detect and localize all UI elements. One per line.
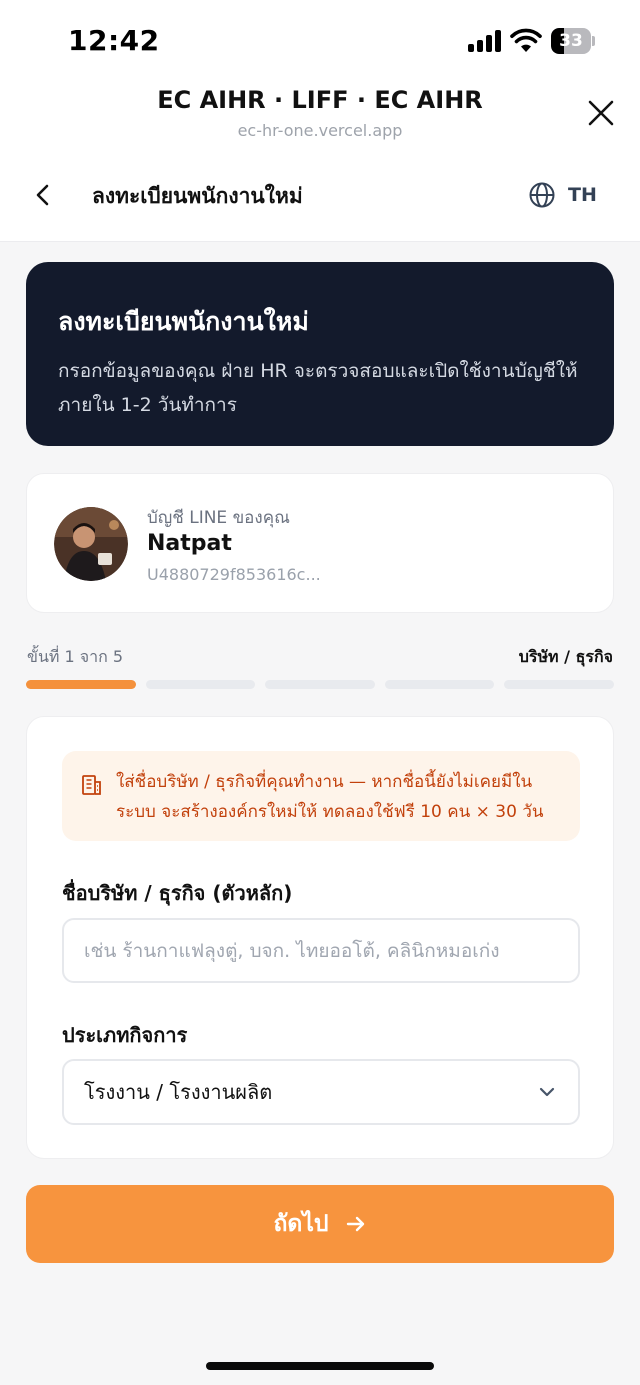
company-form-card: ใส่ชื่อบริษัท / ธุรกิจที่คุณทำงาน — หากช… (26, 716, 614, 1159)
progress-segment (26, 680, 136, 689)
company-name-label: ชื่อบริษัท / ธุรกิจ (ตัวหลัก) (62, 881, 293, 905)
language-switch-button[interactable]: TH (528, 178, 597, 212)
progress-segment (145, 680, 256, 689)
step-indicator: ขั้นที่ 1 จาก 5 (27, 647, 124, 666)
avatar (54, 507, 128, 581)
step-progress-bar (26, 680, 614, 690)
profile-name: Natpat (147, 531, 232, 556)
globe-icon (529, 182, 555, 208)
battery-icon: 33 (551, 28, 595, 54)
language-label: TH (568, 184, 597, 206)
notice-text: ใส่ชื่อบริษัท / ธุรกิจที่คุณทำงาน — หากช… (116, 772, 544, 822)
business-type-select[interactable]: โรงงาน / โรงงานผลิต (62, 1059, 580, 1125)
hero-description: กรอกข้อมูลของคุณ ฝ่าย HR จะตรวจสอบและเปิ… (58, 360, 578, 416)
header-area: 12:42 33 EC AIHR · LIFF · EC AIHR ec-hr-… (0, 0, 640, 242)
liff-title: EC AIHR · LIFF · EC AIHR (157, 86, 483, 114)
hero-banner: ลงทะเบียนพนักงานใหม่ กรอกข้อมูลของคุณ ฝ่… (26, 262, 614, 446)
step-section-name: บริษัท / ธุรกิจ (518, 647, 613, 666)
home-indicator (206, 1362, 434, 1370)
status-time: 12:42 (68, 24, 160, 57)
company-name-input[interactable] (62, 918, 580, 983)
progress-segment (504, 680, 614, 689)
line-profile-card: บัญชี LINE ของคุณ Natpat U4880729f853616… (26, 473, 614, 613)
hero-title: ลงทะเบียนพนักงานใหม่ (58, 307, 309, 336)
nav-title: ลงทะเบียนพนักงานใหม่ (92, 184, 303, 208)
liff-url: ec-hr-one.vercel.app (237, 121, 403, 140)
signal-icon (468, 30, 502, 52)
next-button-label: ถัดไป (273, 1211, 329, 1237)
profile-user-id: U4880729f853616c... (147, 565, 321, 584)
progress-segment (265, 680, 375, 689)
next-button[interactable]: ถัดไป (26, 1185, 614, 1263)
business-type-label: ประเภทกิจการ (62, 1023, 188, 1047)
battery-percent: 33 (559, 31, 583, 51)
building-icon (82, 775, 101, 795)
progress-segment (384, 680, 495, 689)
arrow-right-icon (346, 1216, 364, 1232)
back-chevron-icon[interactable] (30, 178, 56, 212)
profile-label: บัญชี LINE ของคุณ (147, 508, 290, 528)
status-bar: 12:42 33 (0, 0, 640, 80)
info-notice: ใส่ชื่อบริษัท / ธุรกิจที่คุณทำงาน — หากช… (62, 751, 580, 841)
chevron-down-icon (539, 1087, 555, 1097)
close-icon[interactable] (584, 96, 618, 130)
business-type-value: โรงงาน / โรงงานผลิต (84, 1080, 273, 1104)
wifi-icon (510, 28, 542, 52)
